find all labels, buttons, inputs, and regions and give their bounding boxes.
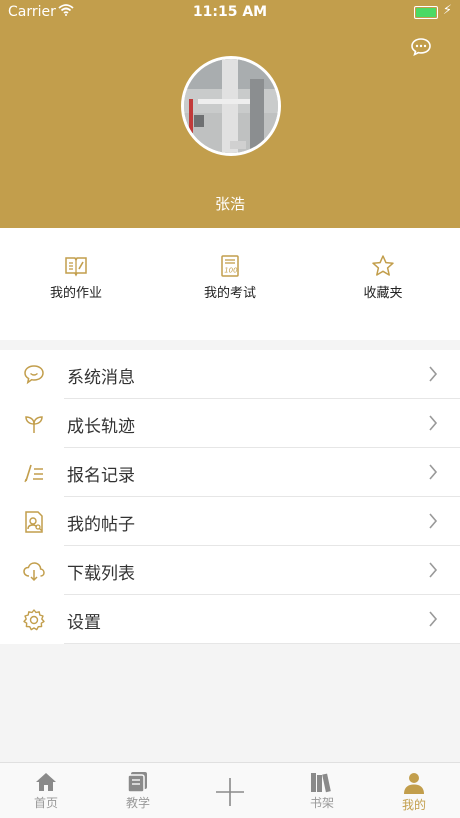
quick-action-label: 我的考试 bbox=[203, 286, 256, 301]
tab-home[interactable]: 首页 bbox=[0, 763, 92, 818]
chevron-right-icon bbox=[429, 464, 438, 480]
menu-item-system-messages[interactable]: 系统消息 bbox=[0, 350, 460, 399]
chevron-right-icon bbox=[429, 415, 438, 431]
tab-profile[interactable]: 我的 bbox=[368, 763, 460, 818]
cloud-download-icon bbox=[23, 562, 45, 582]
quick-action-exam[interactable]: 100 我的考试 bbox=[170, 254, 290, 301]
profile-header: Carrier 11:15 AM ⚡ 张浩 bbox=[0, 0, 460, 228]
post-document-icon bbox=[25, 511, 43, 533]
username: 张浩 bbox=[214, 195, 245, 213]
tab-label: 教学 bbox=[125, 796, 150, 810]
menu-item-label: 成长轨迹 bbox=[67, 417, 135, 437]
chevron-right-icon bbox=[429, 513, 438, 529]
tab-label: 我的 bbox=[401, 798, 426, 812]
avatar[interactable] bbox=[181, 56, 281, 156]
chevron-right-icon bbox=[429, 366, 438, 382]
menu-item-label: 我的帖子 bbox=[67, 515, 135, 535]
quick-action-favorites[interactable]: 收藏夹 bbox=[323, 254, 443, 301]
profile-icon bbox=[404, 773, 424, 794]
menu-item-my-posts[interactable]: 我的帖子 bbox=[0, 497, 460, 546]
message-bubble-icon bbox=[24, 365, 44, 385]
menu-item-settings[interactable]: 设置 bbox=[0, 595, 460, 644]
tab-teaching[interactable]: 教学 bbox=[92, 763, 184, 818]
registration-list-icon bbox=[24, 464, 43, 483]
homework-book-icon bbox=[65, 257, 87, 277]
settings-menu: 系统消息 成长轨迹 报名记录 我的帖子 下载列表 设置 bbox=[0, 350, 460, 644]
star-icon bbox=[372, 255, 394, 276]
charging-icon: ⚡ bbox=[442, 3, 452, 18]
status-bar: Carrier 11:15 AM ⚡ bbox=[0, 0, 460, 24]
tab-label: 书架 bbox=[309, 796, 334, 810]
chevron-right-icon bbox=[429, 562, 438, 578]
home-icon bbox=[36, 773, 56, 791]
bookshelf-icon bbox=[311, 773, 331, 793]
menu-item-label: 报名记录 bbox=[67, 466, 135, 486]
battery-icon bbox=[414, 6, 438, 19]
menu-item-registration-records[interactable]: 报名记录 bbox=[0, 448, 460, 497]
menu-item-label: 设置 bbox=[67, 613, 101, 633]
gear-icon bbox=[23, 609, 45, 631]
quick-action-homework[interactable]: 我的作业 bbox=[16, 254, 136, 301]
avatar-photo bbox=[184, 59, 278, 153]
teaching-icon bbox=[127, 772, 147, 793]
tab-add[interactable] bbox=[184, 763, 276, 818]
tab-bookshelf[interactable]: 书架 bbox=[276, 763, 368, 818]
tab-bar: 首页 教学 书架 我的 bbox=[0, 762, 460, 818]
quick-action-label: 我的作业 bbox=[49, 286, 102, 301]
status-time: 11:15 AM bbox=[192, 4, 268, 20]
chevron-right-icon bbox=[429, 611, 438, 627]
menu-item-label: 系统消息 bbox=[67, 368, 135, 388]
menu-item-label: 下载列表 bbox=[67, 564, 135, 584]
chat-icon[interactable] bbox=[410, 37, 432, 57]
quick-actions-panel: 我的作业 100 我的考试 收藏夹 bbox=[0, 228, 460, 340]
plus-icon bbox=[216, 778, 244, 806]
menu-item-growth-track[interactable]: 成长轨迹 bbox=[0, 399, 460, 448]
exam-paper-icon: 100 bbox=[221, 255, 239, 277]
menu-item-downloads[interactable]: 下载列表 bbox=[0, 546, 460, 595]
quick-action-label: 收藏夹 bbox=[363, 286, 403, 301]
tab-label: 首页 bbox=[33, 796, 58, 810]
sprout-icon bbox=[25, 416, 43, 433]
divider bbox=[64, 643, 460, 644]
svg-text:100: 100 bbox=[224, 267, 238, 275]
